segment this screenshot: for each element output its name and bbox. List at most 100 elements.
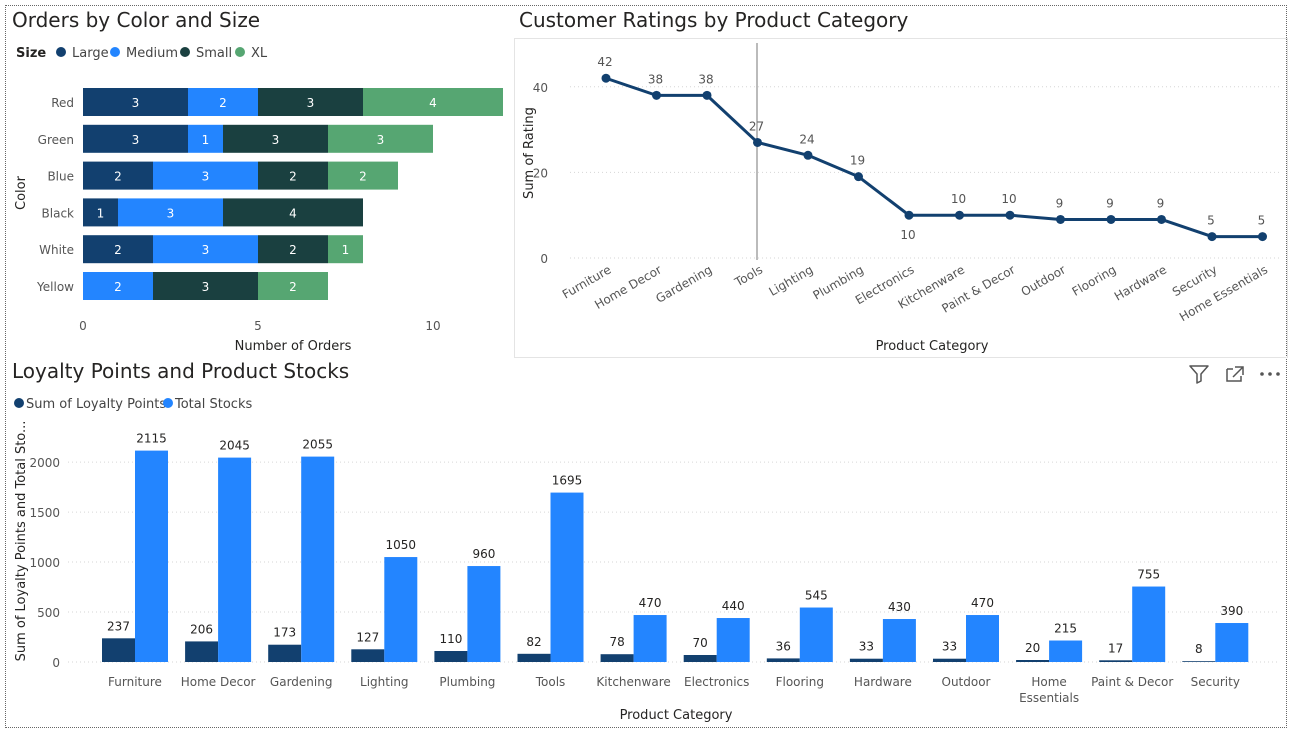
loyalty-points-stocks-chart: Sum of Loyalty Points Total Stocks 0 500 100… (14, 397, 1280, 723)
x-tick-label: Tools (535, 675, 566, 689)
y-tick-label: 0 (52, 656, 60, 670)
data-label: 173 (273, 626, 296, 640)
data-label: 1695 (552, 474, 583, 488)
data-label: 5 (1258, 214, 1266, 228)
y-tick-label: 40 (533, 81, 548, 95)
x-tick-label: Flooring (1070, 262, 1119, 298)
data-point (904, 210, 914, 220)
data-point (1207, 232, 1217, 242)
data-label: 3 (167, 206, 175, 220)
data-label: 38 (698, 72, 713, 86)
data-label: 19 (850, 154, 865, 168)
data-label: 390 (1220, 604, 1243, 618)
y-axis-title: Sum of Rating (522, 107, 537, 199)
data-label: 440 (722, 599, 745, 613)
focus-mode-icon[interactable] (1224, 364, 1246, 388)
data-label: 470 (639, 596, 662, 610)
x-axis-title: Product Category (876, 339, 989, 354)
legend-marker-sum-of-loyalty-points (14, 398, 24, 408)
y-axis-title: Color (14, 175, 29, 210)
legend-marker-xl (235, 47, 245, 57)
data-label: 3 (307, 96, 315, 110)
data-label: 2 (289, 243, 297, 257)
bar (1099, 660, 1133, 662)
data-label: 2 (289, 280, 297, 294)
data-label: 42 (597, 55, 612, 69)
bar (268, 644, 302, 662)
customer-ratings-chart: 0204042Furniture38Home Decor38Gardening2… (522, 43, 1282, 354)
bar (799, 607, 833, 662)
data-label: 470 (971, 596, 994, 610)
data-label: 2 (359, 170, 367, 184)
data-label: 1 (202, 133, 210, 147)
y-tick-label: 0 (540, 252, 548, 266)
data-label: 10 (900, 228, 915, 242)
x-tick-label: 5 (254, 319, 262, 333)
legend-title: Size (16, 46, 46, 61)
data-label: 3 (272, 133, 280, 147)
legend-label-small: Small (196, 46, 232, 61)
ratings-chart-title: Customer Ratings by Product Category (519, 8, 909, 32)
data-label: 27 (749, 119, 764, 133)
data-label: 127 (356, 630, 379, 644)
bar (766, 658, 800, 662)
legend-label-xl: XL (251, 46, 268, 61)
x-tick-label: Security (1191, 675, 1240, 689)
data-point (601, 73, 611, 83)
y-tick-label: 1000 (29, 556, 60, 570)
x-tick-label: Outdoor (1019, 262, 1068, 299)
data-label: 9 (1157, 196, 1165, 210)
x-tick-label: Outdoor (942, 675, 991, 689)
bar (1049, 640, 1083, 662)
x-tick-label: Furniture (108, 675, 162, 689)
legend-marker-large (56, 47, 66, 57)
bar (102, 638, 135, 662)
data-label: 4 (289, 206, 297, 220)
bar (716, 618, 750, 662)
filter-icon[interactable] (1188, 364, 1210, 388)
y-tick-label: 2000 (29, 456, 60, 470)
data-label: 33 (942, 640, 957, 654)
bar (633, 615, 667, 662)
bar (1215, 623, 1249, 662)
y-tick-label: Yellow (36, 280, 74, 294)
data-label: 4 (429, 96, 437, 110)
data-label: 17 (1108, 641, 1123, 655)
bar (849, 658, 883, 662)
data-label: 2 (289, 170, 297, 184)
data-label: 20 (1025, 641, 1040, 655)
data-label: 2 (219, 96, 227, 110)
bar (600, 654, 634, 662)
x-tick-label: Essentials (1019, 691, 1079, 705)
x-tick-label: Hardware (1112, 262, 1169, 303)
data-label: 215 (1054, 622, 1077, 636)
data-label: 2 (114, 170, 122, 184)
data-label: 3 (132, 96, 140, 110)
x-tick-label: Flooring (776, 675, 824, 689)
more-options-icon[interactable] (1258, 364, 1282, 388)
data-label: 10 (1001, 192, 1016, 206)
data-label: 70 (693, 636, 708, 650)
y-tick-label: Red (51, 96, 74, 110)
y-axis-title: Sum of Loyalty Points and Total Sto... (14, 421, 29, 662)
x-tick-label: Gardening (270, 675, 333, 689)
x-tick-label: Lighting (766, 262, 815, 298)
visual-header (1188, 364, 1284, 386)
x-axis-title: Product Category (620, 708, 733, 723)
y-tick-label: 1500 (29, 506, 60, 520)
data-point (1157, 214, 1166, 224)
orders-by-color-chart: Size Large Medium Small XL Red 3 2 3 4 Green 3 1 3 3 Bl… (14, 46, 503, 354)
data-label: 2045 (219, 439, 250, 453)
data-label: 36 (776, 639, 791, 653)
bar (301, 456, 335, 662)
data-label: 545 (805, 589, 828, 603)
data-label: 33 (859, 640, 874, 654)
data-label: 24 (799, 132, 814, 146)
legend-marker-small (180, 47, 190, 57)
bar (467, 566, 501, 662)
bar (135, 450, 168, 662)
data-point (702, 90, 712, 100)
data-label: 82 (526, 635, 541, 649)
bar (218, 457, 252, 662)
bar (1182, 661, 1216, 662)
